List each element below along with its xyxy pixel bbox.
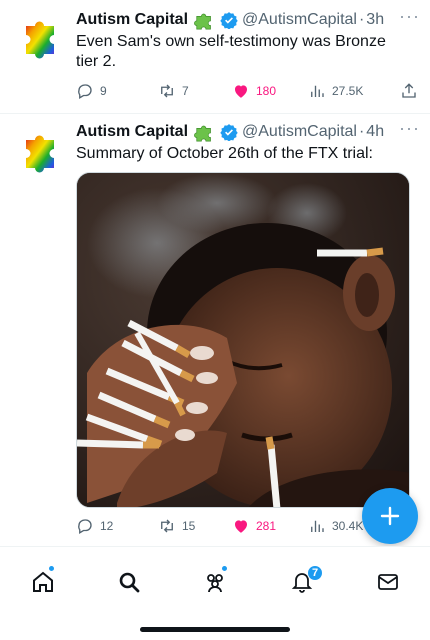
reply-icon <box>78 519 92 534</box>
reply-count: 12 <box>100 519 114 533</box>
home-indicator <box>140 627 290 632</box>
retweet-icon <box>161 519 173 533</box>
avatar[interactable] <box>20 126 68 174</box>
view-count: 27.5K <box>332 84 364 98</box>
timestamp[interactable]: 3h <box>366 11 384 29</box>
heart-filled-icon <box>235 520 247 533</box>
tweet[interactable]: Autism Capital @AutismCapital · 4h ··· S… <box>0 114 430 546</box>
communities-unread-dot <box>221 565 228 572</box>
meme-photo-illustration <box>77 173 409 507</box>
puzzle-piece-icon <box>194 125 211 142</box>
tweet-text: Summary of October 26th of the FTX trial… <box>76 145 373 162</box>
verified-badge-icon <box>220 12 238 29</box>
author-handle[interactable]: @AutismCapital <box>242 11 357 29</box>
separator: · <box>358 11 365 28</box>
retweet-icon <box>161 84 173 98</box>
tweet[interactable]: Autism Capital @AutismCapital · 3h ··· E… <box>0 0 430 114</box>
tweet-header: Autism Capital @AutismCapital · 4h ··· <box>76 118 420 142</box>
messages-icon <box>378 574 398 590</box>
reply-icon <box>78 84 92 99</box>
tweet-text: Even Sam's own self-testimony was Bronze… <box>76 33 386 70</box>
like-button[interactable]: 180 <box>232 82 276 100</box>
retweet-button[interactable]: 7 <box>158 82 189 100</box>
tweet-header: Autism Capital @AutismCapital · 3h ··· <box>76 6 420 30</box>
timestamp[interactable]: 4h <box>366 123 384 141</box>
tab-home[interactable] <box>28 567 58 597</box>
more-options-icon[interactable]: ··· <box>399 6 420 27</box>
like-count: 180 <box>256 84 277 98</box>
puzzle-piece-icon <box>194 13 211 30</box>
like-count: 281 <box>256 519 277 533</box>
reply-count: 9 <box>100 84 107 98</box>
view-count: 30.4K <box>332 519 364 533</box>
views-icon <box>311 85 324 97</box>
author-handle[interactable]: @AutismCapital <box>242 123 357 141</box>
communities-icon <box>207 574 223 593</box>
compose-button[interactable] <box>362 488 418 544</box>
author-name[interactable]: Autism Capital <box>76 11 188 29</box>
tweet-photo[interactable] <box>76 172 410 508</box>
share-button[interactable] <box>400 82 418 100</box>
retweet-count: 15 <box>182 519 196 533</box>
search-icon <box>119 572 140 593</box>
notifications-badge: 7 <box>307 565 323 581</box>
author-name[interactable]: Autism Capital <box>76 123 188 141</box>
more-options-icon[interactable]: ··· <box>399 118 420 139</box>
retweet-button[interactable]: 15 <box>158 517 195 535</box>
separator: · <box>358 123 365 140</box>
bottom-tab-bar: 7 <box>0 546 430 640</box>
views-icon <box>311 520 324 532</box>
heart-filled-icon <box>235 85 247 98</box>
retweet-count: 7 <box>182 84 189 98</box>
share-icon <box>402 83 416 98</box>
tab-search[interactable] <box>114 567 144 597</box>
avatar[interactable] <box>20 12 68 60</box>
like-button[interactable]: 281 <box>232 517 276 535</box>
views-button[interactable]: 30.4K <box>308 517 363 535</box>
tweet-actions: 9 7 180 27.5K <box>76 80 418 102</box>
tab-messages[interactable] <box>373 567 403 597</box>
views-button[interactable]: 27.5K <box>308 82 363 100</box>
reply-button[interactable]: 9 <box>76 82 107 100</box>
verified-badge-icon <box>220 124 238 141</box>
home-icon <box>33 571 53 592</box>
home-unread-dot <box>48 565 55 572</box>
plus-icon <box>380 506 400 526</box>
reply-button[interactable]: 12 <box>76 517 113 535</box>
